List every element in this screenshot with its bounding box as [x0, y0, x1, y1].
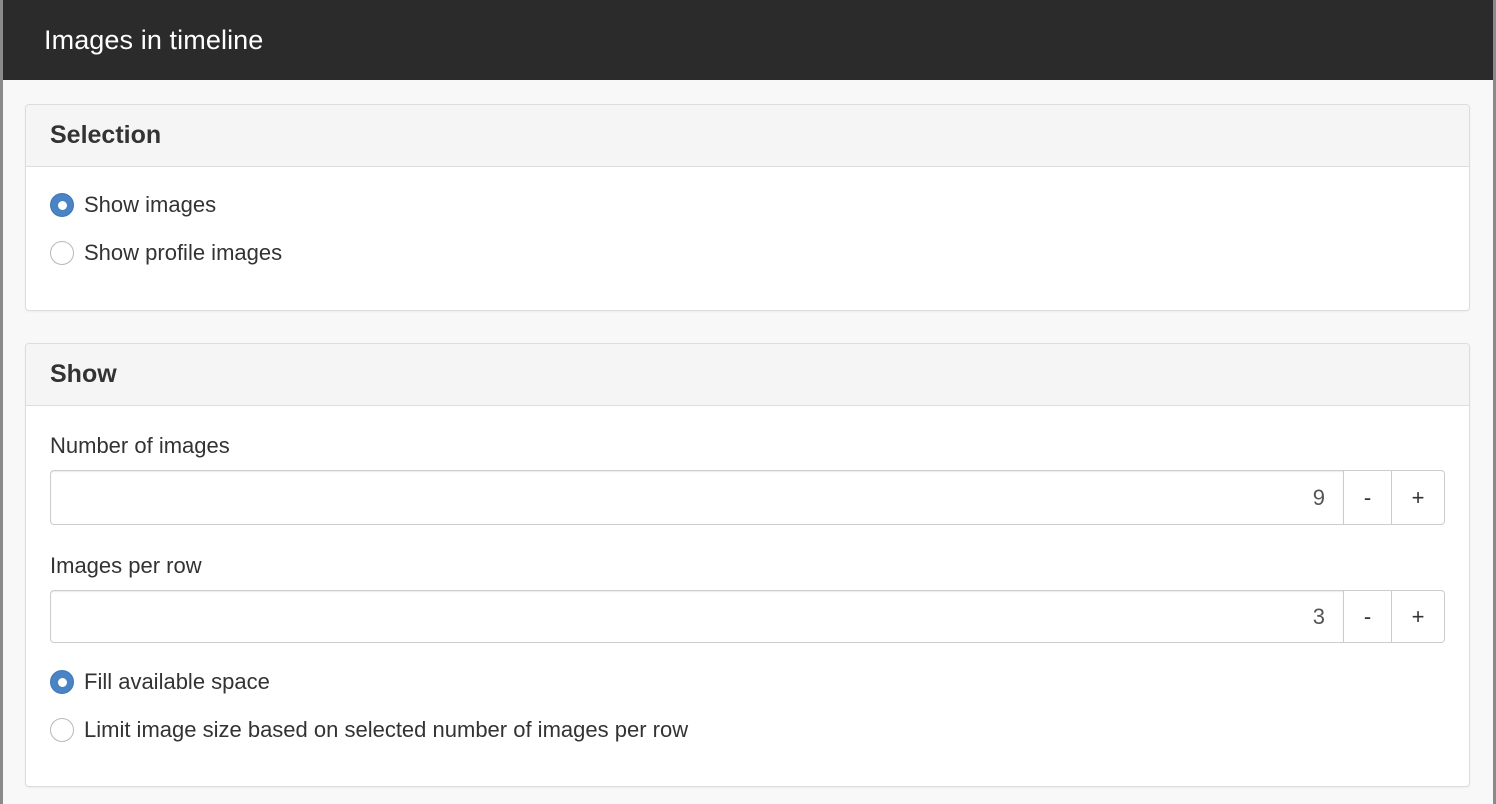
radio-option-show-images[interactable]: Show images: [50, 181, 1445, 229]
images-per-row-stepper: - +: [50, 590, 1445, 643]
selection-heading: Selection: [50, 121, 162, 149]
images-per-row-label: Images per row: [50, 553, 202, 578]
images-per-row-increment-button[interactable]: +: [1391, 590, 1445, 643]
window-title: Images in timeline: [44, 24, 264, 55]
number-of-images-increment-button[interactable]: +: [1391, 470, 1445, 525]
title-bar: Images in timeline: [3, 0, 1493, 80]
images-per-row-input[interactable]: [50, 590, 1343, 643]
radio-button-fill-available-space[interactable]: [50, 670, 74, 694]
radio-label-fill-available-space: Fill available space: [84, 669, 270, 694]
size-options: Fill available space Limit image size ba…: [50, 658, 1445, 754]
radio-option-fill-available-space[interactable]: Fill available space: [50, 658, 1445, 706]
selection-panel: Selection Show images Show profile image…: [25, 104, 1470, 311]
radio-option-show-profile-images[interactable]: Show profile images: [50, 229, 1445, 277]
images-per-row-decrement-button[interactable]: -: [1343, 590, 1391, 643]
settings-window: Images in timeline Selection Show images…: [3, 0, 1493, 804]
show-panel-body: Number of images - + Images per row - + …: [26, 406, 1469, 754]
radio-option-limit-image-size[interactable]: Limit image size based on selected numbe…: [50, 706, 1445, 754]
show-panel: Show Number of images - + Images per row…: [25, 343, 1470, 787]
radio-button-limit-image-size[interactable]: [50, 718, 74, 742]
radio-button-show-profile-images[interactable]: [50, 241, 74, 265]
number-of-images-stepper: - +: [50, 470, 1445, 525]
selection-panel-heading: Selection: [26, 105, 1469, 167]
show-panel-heading: Show: [26, 344, 1469, 406]
number-of-images-label: Number of images: [50, 433, 230, 458]
selection-panel-body: Show images Show profile images: [26, 167, 1469, 277]
number-of-images-decrement-button[interactable]: -: [1343, 470, 1391, 525]
radio-label-show-profile-images: Show profile images: [84, 240, 283, 265]
number-of-images-input[interactable]: [50, 470, 1343, 525]
radio-label-limit-image-size: Limit image size based on selected numbe…: [84, 717, 689, 742]
show-heading: Show: [50, 360, 117, 388]
radio-label-show-images: Show images: [84, 192, 217, 217]
radio-button-show-images[interactable]: [50, 193, 74, 217]
